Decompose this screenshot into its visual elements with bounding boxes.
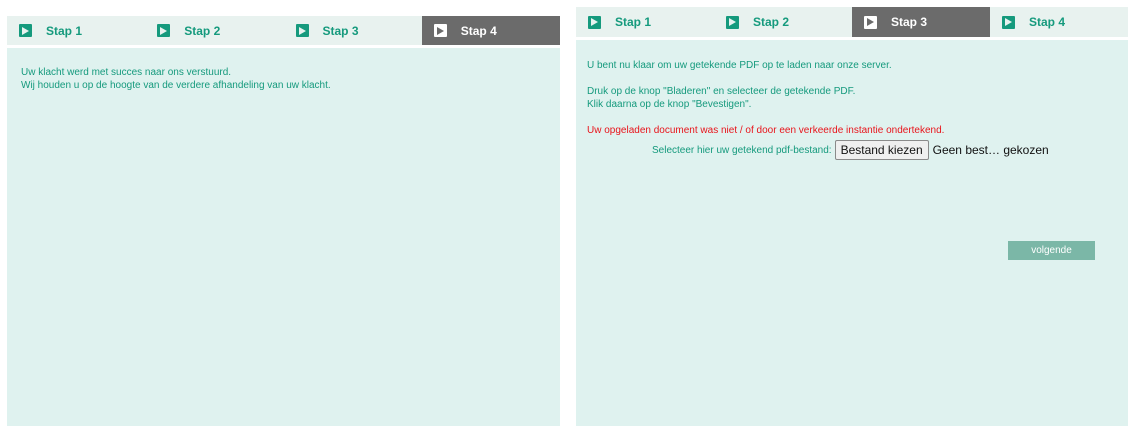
play-square-icon [588, 15, 601, 29]
tab-label: Stap 1 [46, 23, 83, 38]
file-upload-row: Selecteer hier uw getekend pdf-bestand: … [652, 140, 1117, 160]
play-square-icon [19, 24, 32, 37]
tab-stap-3[interactable]: Stap 3 [284, 16, 422, 45]
error-message: Uw opgeladen document was niet / of door… [587, 125, 945, 136]
tab-label: Stap 3 [891, 15, 928, 29]
play-square-icon [726, 15, 739, 29]
tab-stap-3[interactable]: Stap 3 [852, 7, 990, 37]
step-tabs: Stap 1 Stap 2 Stap 3 Stap 4 [576, 7, 1128, 40]
step-tabs: Stap 1 Stap 2 Stap 3 Stap 4 [7, 16, 560, 48]
instruction-browse: Druk op de knop "Bladeren" en selecteer … [587, 86, 856, 97]
tab-stap-4[interactable]: Stap 4 [990, 7, 1128, 37]
step-content: Uw klacht werd met succes naar ons verst… [7, 48, 560, 426]
play-square-icon [157, 24, 171, 37]
play-square-icon [864, 15, 877, 29]
file-status-text: Geen best… gekozen [932, 143, 1049, 157]
step-panel-left: Stap 1 Stap 2 Stap 3 Stap 4 Uw klacht we… [7, 16, 560, 426]
tab-stap-4[interactable]: Stap 4 [421, 16, 560, 45]
tab-label: Stap 4 [460, 23, 497, 38]
instruction-confirm: Klik daarna op de knop "Bevestigen". [587, 99, 752, 110]
choose-file-button[interactable]: Bestand kiezen [834, 140, 929, 160]
tab-stap-2[interactable]: Stap 2 [714, 7, 852, 37]
file-input-label: Selecteer hier uw getekend pdf-bestand: [652, 144, 832, 156]
tab-stap-1[interactable]: Stap 1 [576, 7, 714, 37]
success-message: Uw klacht werd met succes naar ons verst… [21, 67, 232, 78]
play-square-icon [295, 24, 309, 37]
step-content: U bent nu klaar om uw getekende PDF op t… [576, 40, 1128, 426]
upload-intro: U bent nu klaar om uw getekende PDF op t… [587, 60, 892, 71]
tab-stap-2[interactable]: Stap 2 [145, 16, 283, 45]
play-square-icon [1002, 15, 1015, 29]
play-square-icon [433, 24, 447, 37]
next-button[interactable]: volgende [1008, 241, 1095, 260]
followup-message: Wij houden u op de hoogte van de verdere… [21, 80, 331, 91]
tab-label: Stap 2 [184, 23, 221, 38]
tab-label: Stap 2 [753, 15, 790, 29]
tab-stap-1[interactable]: Stap 1 [7, 16, 145, 45]
tab-label: Stap 3 [322, 23, 359, 38]
tab-label: Stap 4 [1029, 15, 1066, 29]
tab-label: Stap 1 [615, 15, 652, 29]
step-panel-right: Stap 1 Stap 2 Stap 3 Stap 4 U bent nu kl… [576, 7, 1128, 426]
